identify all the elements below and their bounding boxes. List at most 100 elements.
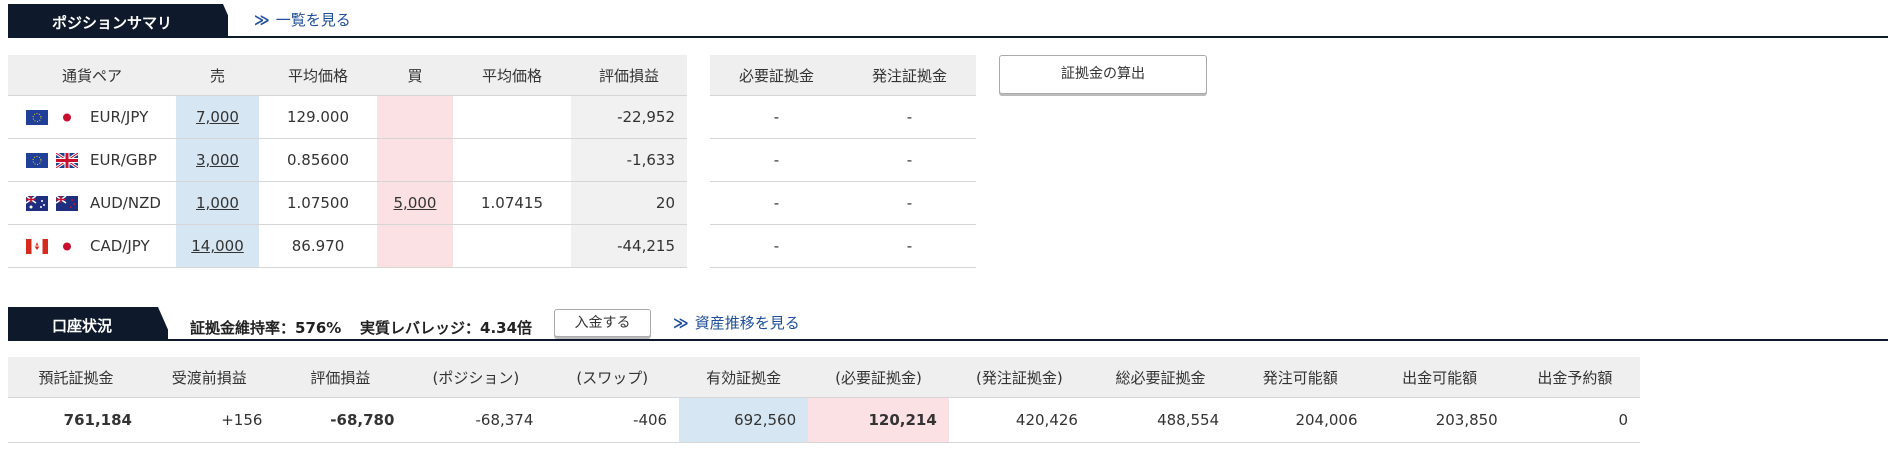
swap-pl-value: -406 bbox=[545, 397, 680, 443]
jp-flag-icon bbox=[56, 238, 78, 254]
section-divider bbox=[8, 339, 1888, 341]
currency-pair-cell: CAD/JPY bbox=[8, 224, 176, 268]
unrealized-pl-value: -68,780 bbox=[274, 397, 407, 443]
pair-name: EUR/JPY bbox=[90, 108, 149, 126]
table-row: - - bbox=[710, 224, 976, 268]
sell-amount-link[interactable]: 7,000 bbox=[196, 108, 239, 126]
currency-pair-cell: EUR/GBP bbox=[8, 138, 176, 182]
position-table: 通貨ペア 売 平均価格 買 平均価格 評価損益 EUR/JPY 7,000 12… bbox=[8, 55, 687, 268]
required-margin-cell: - bbox=[710, 138, 843, 182]
buy-avg-cell: 1.07415 bbox=[453, 181, 571, 225]
pair-name: EUR/GBP bbox=[90, 151, 157, 169]
sell-amount-cell: 1,000 bbox=[176, 181, 259, 225]
table-row: - - bbox=[710, 95, 976, 139]
sell-amount-cell: 3,000 bbox=[176, 138, 259, 182]
orderable-amount-value: 204,006 bbox=[1231, 397, 1370, 443]
currency-pair-cell: EUR/JPY bbox=[8, 95, 176, 139]
buy-amount-cell: 5,000 bbox=[377, 181, 453, 225]
order-margin-cell: - bbox=[843, 138, 976, 182]
au-flag-icon bbox=[26, 195, 48, 211]
required-margin-cell: - bbox=[710, 224, 843, 268]
section-divider bbox=[8, 36, 1888, 38]
buy-avg-cell bbox=[453, 224, 571, 268]
col-buy-avg-price: 平均価格 bbox=[453, 55, 571, 96]
position-pl-value: -68,374 bbox=[406, 397, 546, 443]
account-status-tab: 口座状況 bbox=[8, 307, 168, 341]
view-list-link[interactable]: ≫ 一覧を見る bbox=[254, 9, 351, 30]
order-margin-cell: - bbox=[843, 95, 976, 139]
withdrawable-amount-value: 203,850 bbox=[1369, 397, 1510, 443]
sell-amount-link[interactable]: 14,000 bbox=[191, 237, 244, 255]
position-table-header: 通貨ペア 売 平均価格 買 平均価格 評価損益 bbox=[8, 55, 687, 96]
jp-flag-icon bbox=[56, 109, 78, 125]
col-total-required-margin: 総必要証拠金 bbox=[1089, 357, 1232, 398]
table-row: EUR/GBP 3,000 0.85600 -1,633 bbox=[8, 138, 687, 182]
buy-amount-link[interactable]: 5,000 bbox=[394, 194, 437, 212]
buy-amount-cell bbox=[377, 224, 453, 268]
asset-history-link-label: 資産推移を見る bbox=[694, 314, 800, 332]
col-unrealized-pl: 評価損益 bbox=[274, 357, 407, 398]
calculate-margin-button[interactable]: 証拠金の算出 bbox=[999, 55, 1207, 94]
buy-avg-cell bbox=[453, 95, 571, 139]
table-row: - - bbox=[710, 138, 976, 182]
required-margin-cell: - bbox=[710, 181, 843, 225]
col-withdrawal-reserved: 出金予約額 bbox=[1509, 357, 1640, 398]
buy-avg-cell bbox=[453, 138, 571, 182]
table-row: AUD/NZD 1,000 1.07500 5,000 1.07415 20 bbox=[8, 181, 687, 225]
withdrawal-reserved-value: 0 bbox=[1509, 397, 1640, 443]
col-order-margin: 発注証拠金 bbox=[843, 55, 976, 96]
position-summary-title: ポジションサマリ bbox=[52, 14, 173, 32]
total-required-margin-value: 488,554 bbox=[1089, 397, 1232, 443]
margin-table-header: 必要証拠金 発注証拠金 bbox=[710, 55, 976, 96]
account-status-title: 口座状況 bbox=[52, 317, 113, 335]
uk-flag-icon bbox=[56, 152, 78, 168]
required-margin-value: 120,214 bbox=[808, 397, 949, 443]
col-withdrawable-amount: 出金可能額 bbox=[1369, 357, 1510, 398]
order-margin-cell: - bbox=[843, 224, 976, 268]
unrealized-pl-cell: 20 bbox=[571, 181, 687, 225]
col-effective-margin: 有効証拠金 bbox=[679, 357, 809, 398]
table-row: CAD/JPY 14,000 86.970 -44,215 bbox=[8, 224, 687, 268]
table-row: EUR/JPY 7,000 129.000 -22,952 bbox=[8, 95, 687, 139]
effective-margin-value: 692,560 bbox=[679, 397, 809, 443]
buy-amount-cell bbox=[377, 138, 453, 182]
account-table: 預託証拠金 受渡前損益 評価損益 (ポジション) (スワップ) 有効証拠金 (必… bbox=[8, 357, 1640, 443]
order-margin-cell: - bbox=[843, 181, 976, 225]
buy-amount-cell bbox=[377, 95, 453, 139]
col-sell-avg-price: 平均価格 bbox=[259, 55, 377, 96]
position-summary-tab: ポジションサマリ bbox=[8, 4, 228, 38]
double-chevron-right-icon: ≫ bbox=[254, 11, 270, 29]
sell-amount-cell: 7,000 bbox=[176, 95, 259, 139]
table-row: 761,184 +156 -68,780 -68,374 -406 692,56… bbox=[8, 397, 1640, 443]
maintenance-rate: 証拠金維持率：576% bbox=[190, 319, 342, 337]
col-currency-pair: 通貨ペア bbox=[8, 55, 176, 96]
double-chevron-right-icon: ≫ bbox=[673, 314, 689, 332]
margin-table: 必要証拠金 発注証拠金 - - - - - - - - bbox=[710, 55, 976, 268]
pair-name: AUD/NZD bbox=[90, 194, 161, 212]
col-buy: 買 bbox=[377, 55, 453, 96]
deposit-button[interactable]: 入金する bbox=[554, 309, 651, 337]
unrealized-pl-cell: -1,633 bbox=[571, 138, 687, 182]
asset-history-link[interactable]: ≫ 資産推移を見る bbox=[673, 312, 800, 333]
deposit-margin-value: 761,184 bbox=[8, 397, 144, 443]
unrealized-pl-cell: -22,952 bbox=[571, 95, 687, 139]
unrealized-pl-cell: -44,215 bbox=[571, 224, 687, 268]
col-swap-pl: (スワップ) bbox=[545, 357, 680, 398]
sell-amount-cell: 14,000 bbox=[176, 224, 259, 268]
nz-flag-icon bbox=[56, 195, 78, 211]
sell-avg-cell: 1.07500 bbox=[259, 181, 377, 225]
col-order-margin: (発注証拠金) bbox=[948, 357, 1090, 398]
col-required-margin: 必要証拠金 bbox=[710, 55, 843, 96]
sell-amount-link[interactable]: 3,000 bbox=[196, 151, 239, 169]
effective-leverage: 実質レバレッジ：4.34倍 bbox=[360, 319, 533, 337]
sell-avg-cell: 86.970 bbox=[259, 224, 377, 268]
pair-name: CAD/JPY bbox=[90, 237, 150, 255]
view-list-link-label: 一覧を見る bbox=[275, 11, 351, 29]
eu-flag-icon bbox=[26, 109, 48, 125]
col-pre-settlement-pl: 受渡前損益 bbox=[143, 357, 275, 398]
sell-avg-cell: 0.85600 bbox=[259, 138, 377, 182]
col-orderable-amount: 発注可能額 bbox=[1231, 357, 1370, 398]
sell-amount-link[interactable]: 1,000 bbox=[196, 194, 239, 212]
eu-flag-icon bbox=[26, 152, 48, 168]
order-margin-value: 420,426 bbox=[948, 397, 1090, 443]
